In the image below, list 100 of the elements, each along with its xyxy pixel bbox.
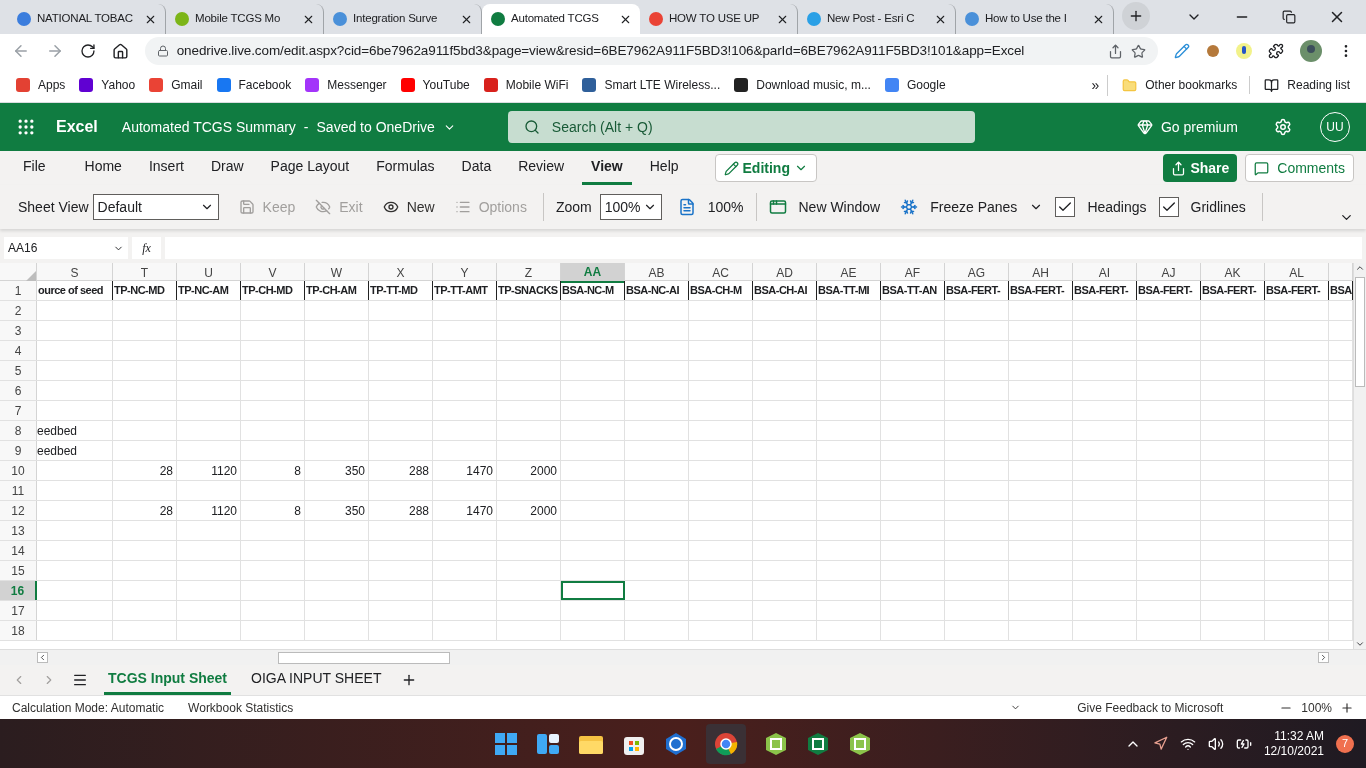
row-header[interactable]: 14 — [0, 541, 37, 560]
freeze-panes-button[interactable]: Freeze Panes — [900, 196, 1044, 218]
home-icon[interactable] — [111, 42, 129, 60]
app-icon[interactable] — [806, 731, 830, 756]
row-header[interactable]: 1 — [0, 281, 37, 300]
row-header[interactable]: 11 — [0, 481, 37, 500]
bookmark-item[interactable]: Apps — [16, 76, 66, 94]
vertical-scrollbar[interactable] — [1353, 263, 1366, 649]
column-header[interactable]: AF — [881, 263, 945, 283]
scroll-left-icon[interactable] — [37, 652, 48, 663]
column-header[interactable]: AH — [1009, 263, 1073, 283]
ribbon-tab[interactable]: Help — [640, 151, 688, 185]
bookmark-item[interactable]: Gmail — [149, 76, 203, 94]
ribbon-command[interactable]: New — [382, 196, 435, 218]
column-header[interactable]: AJ — [1137, 263, 1201, 283]
back-icon[interactable] — [12, 42, 30, 60]
column-header[interactable]: AG — [945, 263, 1009, 283]
workbook-statistics[interactable]: Workbook Statistics — [188, 698, 294, 717]
other-bookmarks[interactable]: Other bookmarks — [1122, 76, 1251, 94]
globe-icon[interactable] — [664, 731, 688, 756]
ribbon-tab[interactable]: Home — [75, 151, 131, 185]
row-header[interactable]: 17 — [0, 601, 37, 620]
extensions-icon[interactable] — [1268, 43, 1285, 59]
name-box[interactable]: AA16 — [4, 237, 128, 259]
widgets-icon[interactable] — [536, 731, 560, 756]
bookmark-item[interactable]: YouTube — [400, 76, 470, 94]
column-header[interactable]: AI — [1073, 263, 1137, 283]
app-icon[interactable] — [848, 731, 872, 756]
column-header[interactable]: AE — [817, 263, 881, 283]
app-icon[interactable] — [764, 731, 788, 756]
bookmark-item[interactable]: Facebook — [216, 76, 292, 94]
row-header[interactable]: 2 — [0, 301, 37, 320]
ribbon-tab[interactable]: Page Layout — [261, 151, 359, 185]
bookmark-item[interactable]: Smart LTE Wireless... — [582, 76, 721, 94]
ribbon-tab[interactable]: Review — [509, 151, 574, 185]
app-launcher-icon[interactable] — [16, 117, 36, 137]
bookmark-item[interactable]: Yahoo — [79, 76, 136, 94]
row-header[interactable]: 9 — [0, 441, 37, 460]
share-button[interactable]: Share — [1163, 154, 1238, 182]
row-header[interactable]: 12 — [0, 501, 37, 520]
scroll-up-icon[interactable] — [1355, 263, 1365, 273]
sheet-tab[interactable]: OIGA INPUT SHEET — [247, 665, 386, 695]
settings-icon[interactable] — [1274, 118, 1292, 136]
comments-button[interactable]: Comments — [1245, 154, 1354, 182]
scroll-thumb[interactable] — [278, 651, 450, 664]
bookmark-item[interactable]: Mobile WiFi — [483, 76, 569, 94]
file-title[interactable]: Automated TCGS Summary - Saved to OneDrive — [121, 116, 456, 138]
volume-icon[interactable] — [1207, 735, 1224, 752]
bookmark-star-icon[interactable] — [1131, 43, 1147, 59]
column-header[interactable]: W — [305, 263, 369, 283]
row-header[interactable]: 7 — [0, 401, 37, 420]
row-header[interactable]: 4 — [0, 341, 37, 360]
browser-tab[interactable]: Automated TCGS — [482, 4, 640, 34]
column-header[interactable]: V — [241, 263, 305, 283]
editing-mode-button[interactable]: Editing — [714, 154, 817, 182]
selected-cell[interactable] — [561, 581, 625, 600]
bookmark-item[interactable]: Download music, m... — [734, 76, 871, 94]
address-field[interactable]: onedrive.live.com/edit.aspx?cid=6be7962a911f5bd3&page=view&resid=6BE7962A911F5BD3!106&parId=6BE7962A911F5BD3!101&app=Excel — [144, 37, 1159, 65]
ribbon-tab[interactable]: Draw — [201, 151, 253, 185]
column-header[interactable]: AD — [753, 263, 817, 283]
row-header[interactable]: 10 — [0, 461, 37, 480]
bookmark-item[interactable]: Messenger — [305, 76, 387, 94]
chrome-icon[interactable] — [714, 731, 738, 756]
horizontal-scrollbar[interactable] — [37, 650, 1329, 665]
column-header[interactable]: AB — [625, 263, 689, 283]
column-header[interactable]: X — [369, 263, 433, 283]
share-icon[interactable] — [1108, 43, 1124, 59]
microphone-icon[interactable] — [1236, 43, 1253, 59]
checkbox[interactable] — [1158, 197, 1179, 217]
reading-list[interactable]: Reading list — [1264, 76, 1350, 94]
new-tab-button[interactable] — [1122, 2, 1150, 30]
ribbon-tab[interactable]: Insert — [139, 151, 193, 185]
new-window-button[interactable]: New Window — [768, 196, 881, 218]
ribbon-tab[interactable]: Data — [452, 151, 501, 185]
column-header[interactable]: AK — [1201, 263, 1265, 283]
restore-icon[interactable] — [1282, 10, 1296, 24]
location-icon[interactable] — [1152, 736, 1168, 751]
column-header[interactable]: Y — [433, 263, 497, 283]
scroll-down-icon[interactable] — [1355, 639, 1365, 649]
profile-avatar[interactable] — [1300, 40, 1323, 62]
all-sheets-icon[interactable] — [72, 672, 88, 688]
bookmark-item[interactable]: Google — [884, 76, 946, 94]
zoom-100-button[interactable]: 100% — [677, 196, 744, 218]
reload-icon[interactable] — [79, 43, 96, 59]
column-header[interactable]: U — [177, 263, 241, 283]
row-header[interactable]: 13 — [0, 521, 37, 540]
row-header[interactable]: 18 — [0, 621, 37, 640]
row-header[interactable]: 8 — [0, 421, 37, 440]
column-header[interactable]: AL — [1265, 263, 1329, 283]
function-button[interactable]: fx — [132, 237, 161, 259]
ribbon-tab[interactable]: File — [14, 151, 55, 185]
column-header[interactable]: T — [113, 263, 177, 283]
go-premium-button[interactable]: Go premium — [1136, 116, 1238, 138]
search-field[interactable]: Search (Alt + Q) — [507, 111, 975, 143]
row-header[interactable]: 15 — [0, 561, 37, 580]
scroll-thumb[interactable] — [1355, 277, 1365, 387]
more-bookmarks-button[interactable]: » — [1091, 74, 1109, 96]
clock-date[interactable]: 12/10/2021 — [1263, 743, 1324, 759]
row-header[interactable]: 3 — [0, 321, 37, 340]
clock-time[interactable]: 11:32 AM — [1274, 728, 1324, 744]
